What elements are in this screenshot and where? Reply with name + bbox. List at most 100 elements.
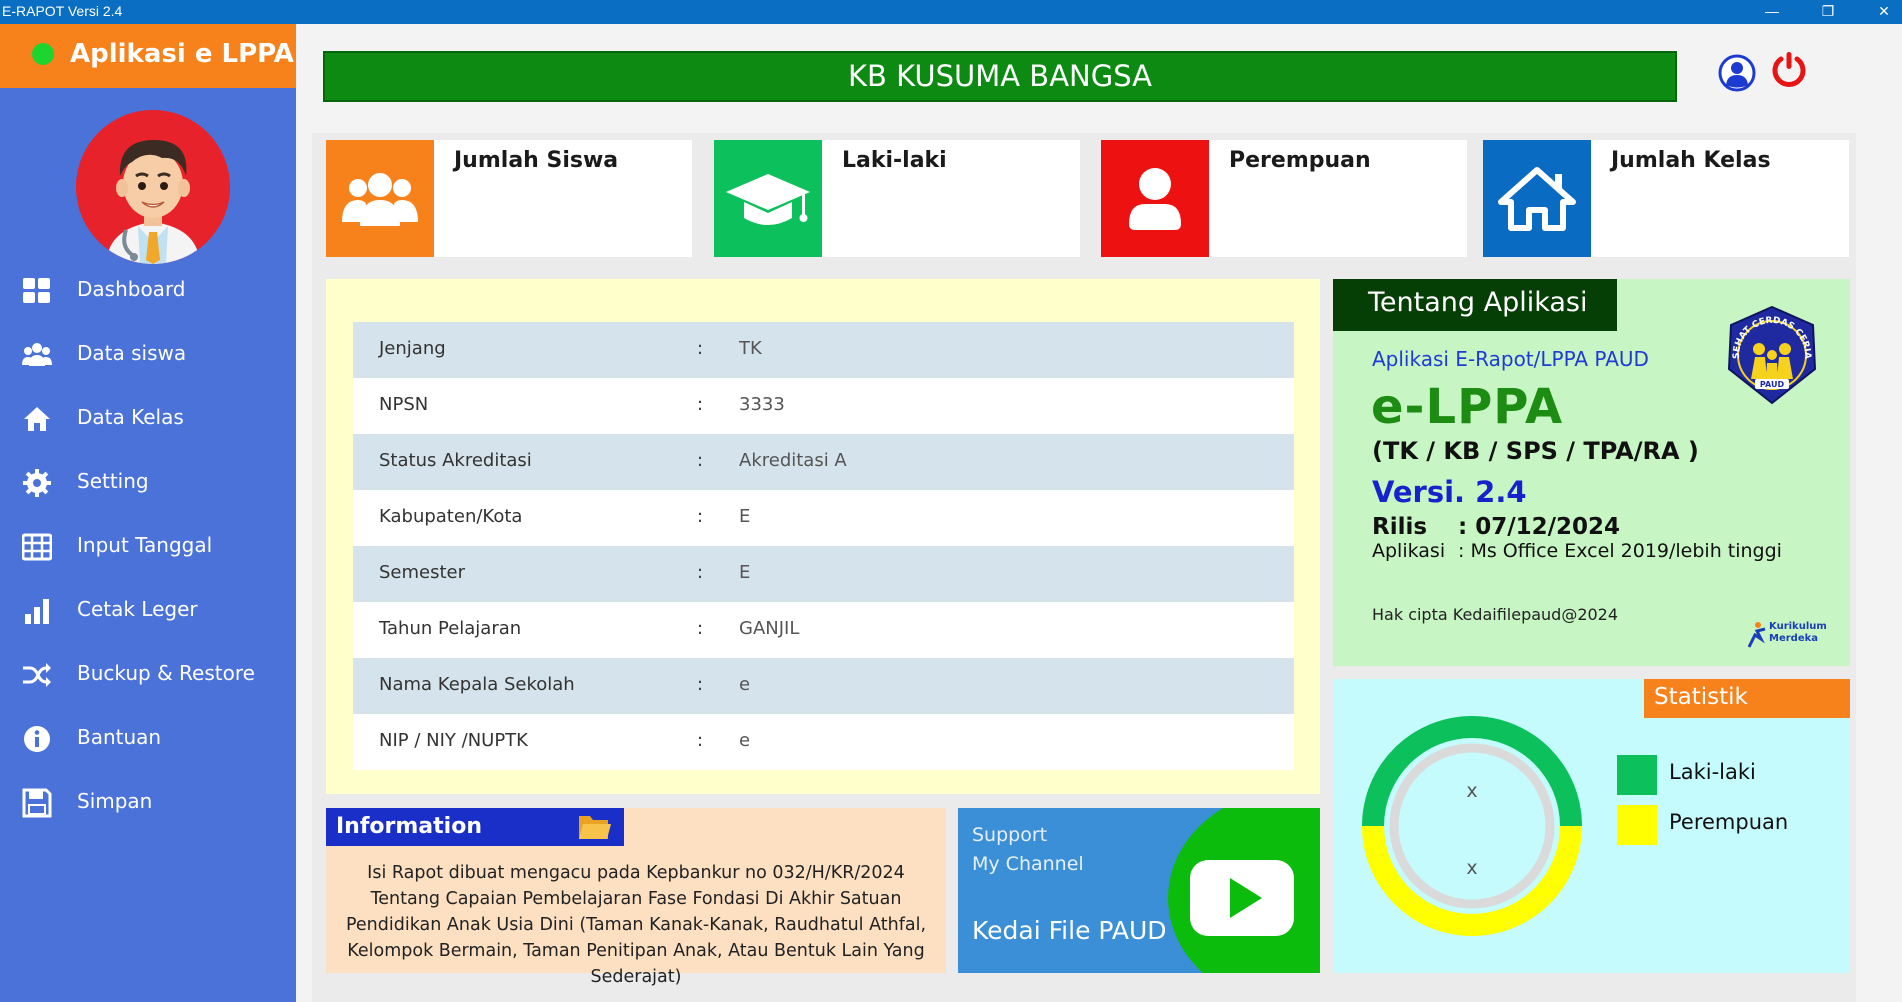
profile-separator: :	[697, 618, 704, 639]
channel-name: Kedai File PAUD	[972, 916, 1167, 945]
minimize-button[interactable]: —	[1752, 0, 1792, 24]
profile-row-akreditasi: Status Akreditasi : Akreditasi A	[353, 434, 1294, 490]
profile-key: Jenjang	[379, 338, 446, 359]
sidebar-item-label: Cetak Leger	[77, 597, 198, 621]
profile-separator: :	[697, 394, 704, 415]
profile-value: GANJIL	[739, 618, 800, 639]
stat-label: Perempuan	[1229, 148, 1371, 173]
release-date: : 07/12/2024	[1458, 514, 1621, 540]
about-app-panel: Tentang Aplikasi Aplikasi E-Rapot/LPPA P…	[1333, 279, 1850, 666]
shuffle-icon	[23, 663, 51, 687]
stat-icon-box	[1101, 140, 1209, 257]
about-header: Tentang Aplikasi	[1333, 279, 1617, 331]
kurikulum-line1: Kurikulum	[1769, 621, 1827, 632]
profile-separator: :	[697, 506, 704, 527]
stat-card-jumlah-siswa: Jumlah Siswa	[326, 140, 692, 257]
sidebar-item-setting[interactable]: Setting	[0, 456, 296, 508]
user-profile-icon[interactable]	[1718, 54, 1756, 92]
profile-key: NPSN	[379, 394, 429, 415]
sidebar-item-dashboard[interactable]: Dashboard	[0, 264, 296, 316]
gear-icon	[23, 469, 51, 497]
school-name-banner: KB KUSUMA BANGSA	[323, 51, 1677, 102]
app-name: Aplikasi e LPPA	[70, 39, 294, 69]
profile-row-kepala-sekolah: Nama Kepala Sekolah : e	[353, 658, 1294, 714]
channel-label: My Channel	[972, 853, 1084, 875]
paud-logo-icon: SEHAT CERDAS CERIA PAUD	[1727, 305, 1817, 405]
sidebar-item-label: Bantuan	[77, 725, 162, 749]
profile-key: Kabupaten/Kota	[379, 506, 523, 527]
profile-value: Akreditasi A	[739, 450, 847, 471]
kurikulum-merdeka-icon	[1747, 622, 1766, 648]
profile-value: 3333	[739, 394, 785, 415]
profile-row-semester: Semester : E	[353, 546, 1294, 602]
statistik-panel: Statistik x x Laki-laki Perempuan	[1333, 679, 1850, 973]
home-icon	[24, 407, 50, 431]
profile-row-tahun-pelajaran: Tahun Pelajaran : GANJIL	[353, 602, 1294, 658]
profile-separator: :	[697, 730, 704, 751]
sidebar-item-simpan[interactable]: Simpan	[0, 776, 296, 828]
statistik-title: Statistik	[1654, 684, 1748, 710]
support-label: Support	[972, 824, 1048, 846]
sidebar-item-backup-restore[interactable]: Buckup & Restore	[0, 648, 296, 700]
legend-label-laki-laki: Laki-laki	[1669, 760, 1756, 784]
profile-row-nip: NIP / NIY /NUPTK : e	[353, 714, 1294, 770]
school-profile-panel: Jenjang : TK NPSN : 3333 Status Akredita…	[326, 279, 1320, 794]
save-icon	[22, 788, 52, 818]
logo-badge: PAUD	[1760, 380, 1785, 389]
home-icon	[1498, 167, 1576, 231]
sidebar-item-label: Data siswa	[77, 341, 187, 365]
support-channel-panel[interactable]: Support My Channel Kedai File PAUD	[958, 808, 1320, 973]
play-icon	[1230, 878, 1262, 918]
profile-row-kabupaten: Kabupaten/Kota : E	[353, 490, 1294, 546]
profile-value: e	[739, 674, 751, 695]
graduation-cap-icon	[726, 174, 810, 225]
sidebar-item-bantuan[interactable]: Bantuan	[0, 712, 296, 764]
users-icon	[22, 343, 52, 366]
profile-key: Nama Kepala Sekolah	[379, 674, 575, 695]
release-info: Rilis : 07/12/2024	[1372, 514, 1620, 540]
window-title: E-RAPOT Versi 2.4	[2, 3, 123, 19]
dashboard-grid-icon	[23, 278, 50, 303]
donut-value-perempuan: x	[1466, 857, 1477, 879]
sidebar: Aplikasi e LPPA Dashboard Data siswa Dat…	[0, 24, 296, 1002]
stat-icon-box	[714, 140, 822, 257]
sidebar-item-label: Setting	[77, 469, 149, 493]
restore-button[interactable]: ❐	[1808, 0, 1848, 24]
kurikulum-merdeka-logo: Kurikulum Merdeka	[1745, 619, 1835, 651]
close-button[interactable]: ✕	[1864, 0, 1902, 24]
release-label: Rilis	[1372, 514, 1428, 540]
user-icon	[1129, 168, 1181, 230]
folder-icon[interactable]	[578, 812, 612, 842]
profile-value: E	[739, 562, 751, 583]
sidebar-item-label: Data Kelas	[77, 405, 184, 429]
school-types: (TK / KB / SPS / TPA/RA )	[1372, 437, 1699, 465]
avatar	[76, 110, 230, 264]
stat-card-jumlah-kelas: Jumlah Kelas	[1483, 140, 1849, 257]
sidebar-item-label: Dashboard	[77, 277, 186, 301]
window-titlebar: E-RAPOT Versi 2.4 — ❐ ✕	[0, 0, 1902, 24]
donut-inner-ring	[1389, 743, 1555, 909]
stat-card-laki-laki: Laki-laki	[714, 140, 1080, 257]
sidebar-item-data-kelas[interactable]: Data Kelas	[0, 392, 296, 444]
information-text: Isi Rapot dibuat mengacu pada Kepbankur …	[345, 863, 927, 987]
stat-icon-box	[326, 140, 434, 257]
kurikulum-line2: Merdeka	[1769, 633, 1819, 644]
profile-separator: :	[697, 674, 704, 695]
requirement-info: Aplikasi : Ms Office Excel 2019/lebih ti…	[1372, 540, 1782, 562]
stat-label: Jumlah Siswa	[454, 148, 619, 173]
stat-label: Jumlah Kelas	[1611, 148, 1771, 173]
doctor-avatar-icon	[76, 110, 230, 264]
sidebar-item-label: Input Tanggal	[77, 533, 213, 557]
power-icon[interactable]	[1770, 50, 1808, 90]
sidebar-item-cetak-leger[interactable]: Cetak Leger	[0, 584, 296, 636]
profile-key: Semester	[379, 562, 466, 583]
profile-value: e	[739, 730, 751, 751]
about-subtitle: Aplikasi E-Rapot/LPPA PAUD	[1372, 347, 1649, 371]
information-header: Information	[326, 808, 624, 846]
table-grid-icon	[22, 533, 52, 561]
app-brand: Aplikasi e LPPA	[0, 24, 296, 88]
youtube-play-button[interactable]	[1190, 860, 1294, 936]
information-panel: Information Isi Rapot dibuat mengacu pad…	[326, 808, 946, 987]
sidebar-item-data-siswa[interactable]: Data siswa	[0, 328, 296, 380]
sidebar-item-input-tanggal[interactable]: Input Tanggal	[0, 520, 296, 572]
